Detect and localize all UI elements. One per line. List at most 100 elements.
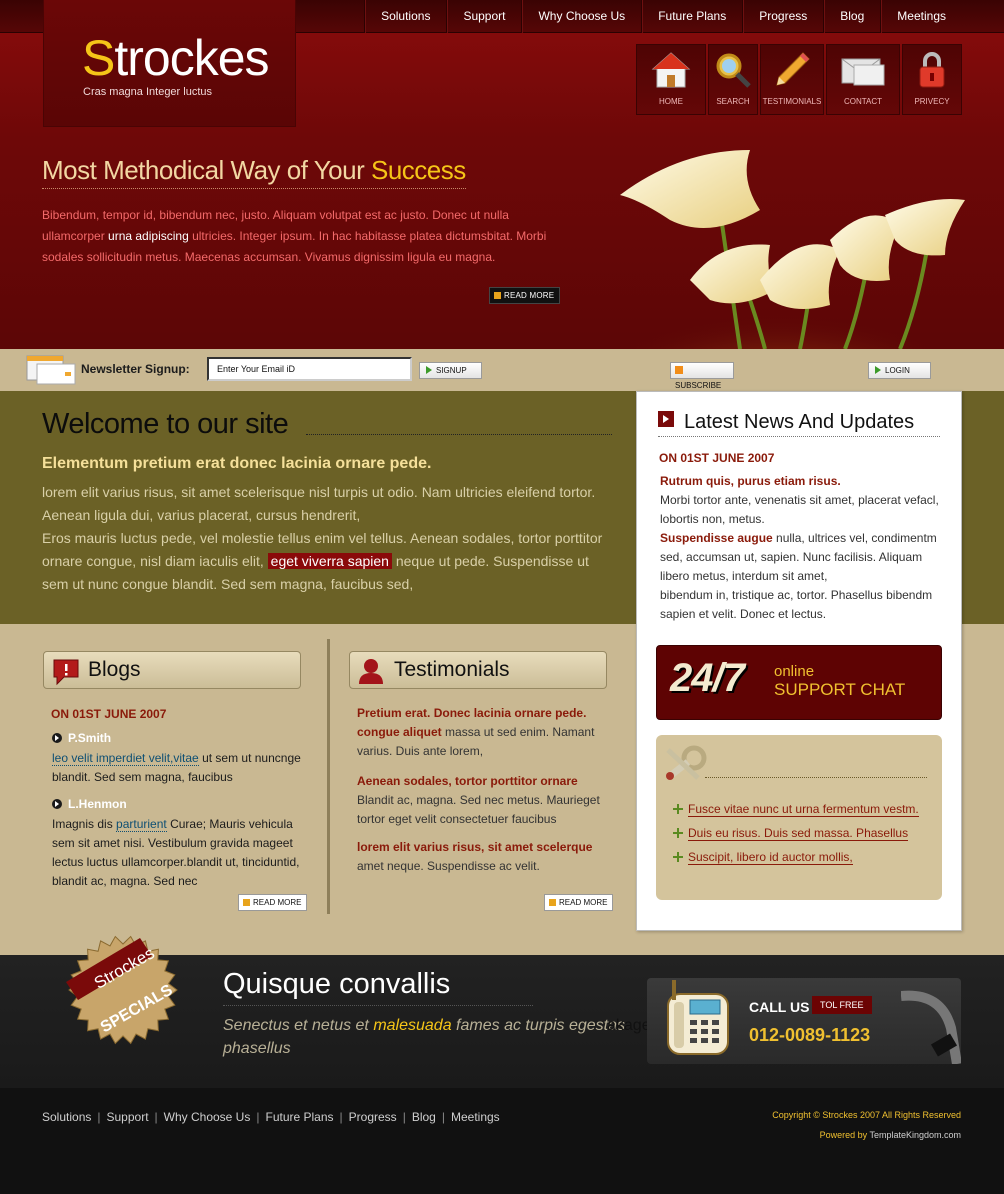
footer-navigation: Solutions | Support | Why Choose Us | Future P… bbox=[42, 1110, 500, 1124]
newsletter-icon bbox=[26, 355, 76, 385]
quick-link-1[interactable]: Fusce vitae nunc ut urna fermentum vestm… bbox=[673, 802, 919, 817]
specials-title: Quisque convallis bbox=[223, 968, 451, 1000]
toll-free-badge: TOL FREE bbox=[812, 996, 872, 1014]
testimonials-read-more-button[interactable]: READ MORE bbox=[544, 894, 614, 911]
testimonial-2: Aenean sodales, tortor porttitor ornare B… bbox=[357, 772, 612, 829]
header-band: Solutions Support Why Choose Us Future P… bbox=[0, 0, 1004, 349]
icon-nav-testimonials-label: TESTIMONIALS bbox=[762, 97, 822, 106]
footer-nav-blog[interactable]: Blog bbox=[412, 1110, 436, 1124]
testimonials-read-more-label: READ MORE bbox=[559, 898, 608, 907]
logo-box[interactable]: Strockes Cras magna Integer luctus bbox=[43, 0, 296, 127]
call-number[interactable]: 012-0089-1123 bbox=[749, 1025, 870, 1046]
divider bbox=[705, 777, 927, 778]
quick-link-2[interactable]: Duis eu risus. Duis sed massa. Phasellus bbox=[673, 826, 909, 841]
nav-why-choose-us[interactable]: Why Choose Us bbox=[521, 0, 641, 33]
signup-button[interactable]: SIGNUP bbox=[419, 362, 482, 379]
testimonial-3-text: amet neque. Suspendisse ac velit. bbox=[357, 859, 540, 873]
column-divider bbox=[327, 639, 330, 914]
login-button[interactable]: LOGIN bbox=[868, 362, 931, 379]
icon-nav-bar: HOME SEARCH TESTIMONIALS CONTACT PRIVECY bbox=[636, 44, 964, 115]
search-icon bbox=[716, 53, 751, 88]
powered-by: Powered by TemplateKingdom.com bbox=[820, 1130, 961, 1140]
news-bold-1: Rutrum quis, purus etiam risus. bbox=[660, 474, 841, 488]
cable-graphic bbox=[901, 990, 961, 1064]
login-label: LOGIN bbox=[885, 366, 910, 375]
hero-title-main: Most Methodical Way of Your bbox=[42, 155, 371, 185]
icon-nav-testimonials[interactable]: TESTIMONIALS bbox=[760, 44, 824, 115]
nav-blog[interactable]: Blog bbox=[823, 0, 880, 33]
quick-link-3[interactable]: Suscipit, libero id auctor mollis, bbox=[673, 850, 853, 865]
footer-nav-why-choose-us[interactable]: Why Choose Us bbox=[164, 1110, 251, 1124]
separator: | bbox=[256, 1110, 260, 1124]
specials-badge[interactable]: Strockes SPECIALS bbox=[48, 930, 198, 1045]
nav-meetings[interactable]: Meetings bbox=[880, 0, 962, 33]
logo-initial: S bbox=[82, 30, 115, 86]
logo[interactable]: Strockes bbox=[82, 30, 270, 86]
icon-nav-privacy[interactable]: PRIVECY bbox=[902, 44, 962, 115]
icon-nav-home[interactable]: HOME bbox=[636, 44, 706, 115]
calla-lilies-image bbox=[620, 150, 965, 349]
testimonial-3-bold: lorem elit varius risus, sit amet sceler… bbox=[357, 840, 593, 854]
news-header: Latest News And Updates bbox=[658, 411, 914, 434]
welcome-subtitle: Elementum pretium erat donec lacinia orn… bbox=[42, 455, 432, 472]
footer-nav-future-plans[interactable]: Future Plans bbox=[265, 1110, 333, 1124]
blog-author-2[interactable]: L.Henmon bbox=[52, 797, 127, 811]
blog-author-2-name: L.Henmon bbox=[68, 797, 127, 811]
rss-icon bbox=[675, 366, 683, 374]
chat-online: online bbox=[774, 663, 815, 680]
testimonials-title: Testimonials bbox=[394, 658, 510, 681]
blog-link-2[interactable]: parturient bbox=[116, 817, 167, 832]
tools-icon bbox=[666, 745, 707, 780]
hero-read-more-button[interactable]: READ MORE bbox=[489, 287, 561, 304]
logo-rest: trockes bbox=[114, 30, 269, 86]
blog-author-1[interactable]: P.Smith bbox=[52, 731, 111, 745]
nav-progress[interactable]: Progress bbox=[742, 0, 823, 33]
hero-title: Most Methodical Way of Your Success bbox=[42, 155, 466, 189]
footer-nav-progress[interactable]: Progress bbox=[349, 1110, 397, 1124]
icon-nav-contact[interactable]: CONTACT bbox=[826, 44, 900, 115]
footer-nav-meetings[interactable]: Meetings bbox=[451, 1110, 500, 1124]
testimonials-header: Testimonials bbox=[349, 651, 607, 689]
powered-by-link[interactable]: TemplateKingdom.com bbox=[869, 1130, 961, 1140]
chat-24-7: 24/7 bbox=[670, 656, 745, 700]
blog-author-1-name: P.Smith bbox=[68, 731, 112, 745]
nav-future-plans[interactable]: Future Plans bbox=[641, 0, 742, 33]
arrow-icon bbox=[875, 366, 881, 374]
page: Solutions Support Why Choose Us Future P… bbox=[0, 0, 1004, 1194]
separator: | bbox=[441, 1110, 445, 1124]
plus-icon bbox=[673, 804, 683, 814]
blogs-header: Blogs bbox=[43, 651, 301, 689]
newsletter-email-input[interactable] bbox=[207, 357, 412, 381]
welcome-title: Welcome to our site bbox=[42, 408, 289, 440]
arrow-square-icon bbox=[658, 411, 674, 427]
nav-solutions[interactable]: Solutions bbox=[364, 0, 446, 33]
newsletter-label: Newsletter Signup: bbox=[81, 362, 190, 376]
quick-link-2-text: Duis eu risus. Duis sed massa. Phasellus bbox=[688, 826, 909, 841]
quick-link-3-text: Suscipit, libero id auctor mollis, bbox=[688, 850, 853, 865]
subscribe-button[interactable]: SUBSCRIBE bbox=[670, 362, 734, 390]
arrow-icon bbox=[494, 292, 501, 299]
footer-nav-support[interactable]: Support bbox=[107, 1110, 149, 1124]
blogs-read-more-button[interactable]: READ MORE bbox=[238, 894, 308, 911]
specials-text-a: Senectus et netus et bbox=[223, 1017, 374, 1034]
news-title: Latest News And Updates bbox=[684, 411, 915, 433]
icon-nav-search[interactable]: SEARCH bbox=[708, 44, 758, 115]
nav-support[interactable]: Support bbox=[446, 0, 521, 33]
phone-icon bbox=[667, 980, 729, 1055]
specials-text: Senectus et netus et malesuada fames ac … bbox=[223, 1014, 659, 1060]
call-us-label: CALL US bbox=[749, 999, 810, 1015]
blog-text-2-a: Imagnis dis bbox=[52, 817, 117, 831]
divider bbox=[658, 436, 940, 437]
footer-nav-solutions[interactable]: Solutions bbox=[42, 1110, 91, 1124]
welcome-p1: lorem elit varius risus, sit amet sceler… bbox=[42, 484, 596, 523]
blogs-read-more-label: READ MORE bbox=[253, 898, 302, 907]
hero-text: Bibendum, tempor id, bibendum nec, justo… bbox=[42, 205, 562, 268]
icon-nav-contact-label: CONTACT bbox=[843, 97, 883, 106]
testimonial-2-text: Blandit ac, magna. Sed nec metus. Maurie… bbox=[357, 793, 600, 826]
welcome-text: lorem elit varius risus, sit amet sceler… bbox=[42, 481, 617, 596]
icon-nav-search-label: SEARCH bbox=[716, 97, 750, 106]
blog-link-1[interactable]: leo velit imperdiet velit,vitae bbox=[52, 751, 199, 766]
hero-text-highlight: urna adipiscing bbox=[108, 229, 189, 243]
divider bbox=[223, 1005, 533, 1006]
plus-icon bbox=[673, 828, 683, 838]
